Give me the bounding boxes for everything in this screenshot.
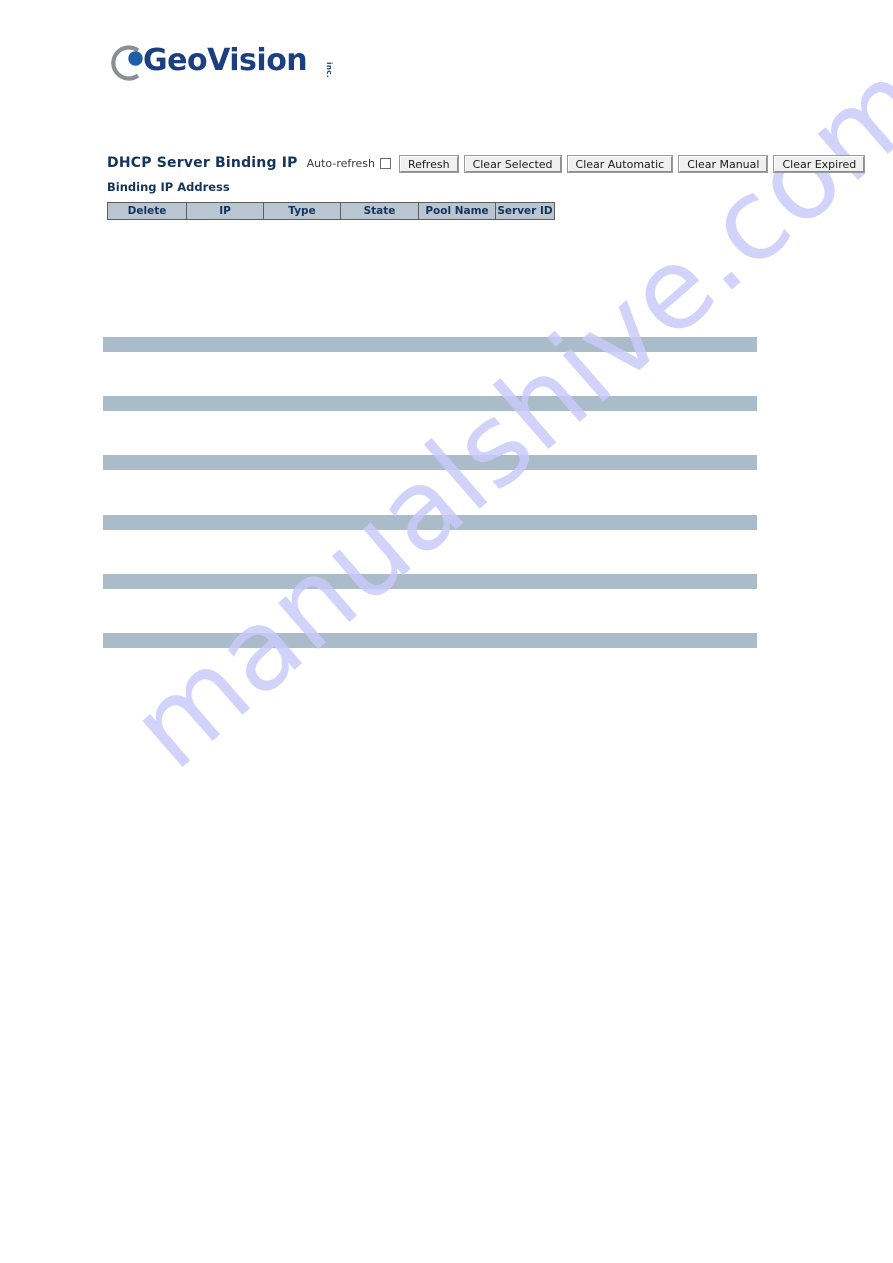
logo-inc-suffix: inc. xyxy=(325,62,333,79)
binding-ip-address-label: Binding IP Address xyxy=(107,180,230,194)
geovision-logo: GeoVision inc. xyxy=(107,40,367,88)
content-band xyxy=(103,396,757,411)
refresh-button[interactable]: Refresh xyxy=(399,154,459,173)
column-header-ip[interactable]: IP xyxy=(186,202,264,220)
clear-automatic-button[interactable]: Clear Automatic xyxy=(566,154,674,173)
column-header-pool-name[interactable]: Pool Name xyxy=(418,202,496,220)
document-page: manualshive.com GeoVision inc. DHCP Serv… xyxy=(0,0,893,1263)
content-band xyxy=(103,574,757,589)
logo-wordmark: GeoVision xyxy=(143,43,308,78)
auto-refresh-checkbox[interactable] xyxy=(380,158,392,169)
column-header-type[interactable]: Type xyxy=(263,202,341,220)
content-band xyxy=(103,455,757,470)
column-header-server-id[interactable]: Server ID xyxy=(495,202,555,220)
watermark: manualshive.com xyxy=(107,37,893,930)
page-title: DHCP Server Binding IP xyxy=(107,155,298,171)
column-header-state[interactable]: State xyxy=(340,202,419,220)
binding-ip-table: Delete IP Type State Pool Name Server ID xyxy=(107,202,555,220)
watermark-text: manualshive.com xyxy=(107,36,893,795)
clear-manual-button[interactable]: Clear Manual xyxy=(678,154,769,173)
content-band xyxy=(103,337,757,352)
clear-selected-button[interactable]: Clear Selected xyxy=(463,154,562,173)
auto-refresh-label: Auto-refresh xyxy=(306,156,376,170)
table-header: Delete IP Type State Pool Name Server ID xyxy=(107,202,555,220)
column-header-delete[interactable]: Delete xyxy=(107,202,187,220)
panel-toolbar: DHCP Server Binding IP Auto-refresh Refr… xyxy=(107,154,866,173)
table-header-row: Delete IP Type State Pool Name Server ID xyxy=(107,202,555,220)
clear-expired-button[interactable]: Clear Expired xyxy=(773,154,866,173)
content-band xyxy=(103,515,757,530)
content-band xyxy=(103,633,757,648)
